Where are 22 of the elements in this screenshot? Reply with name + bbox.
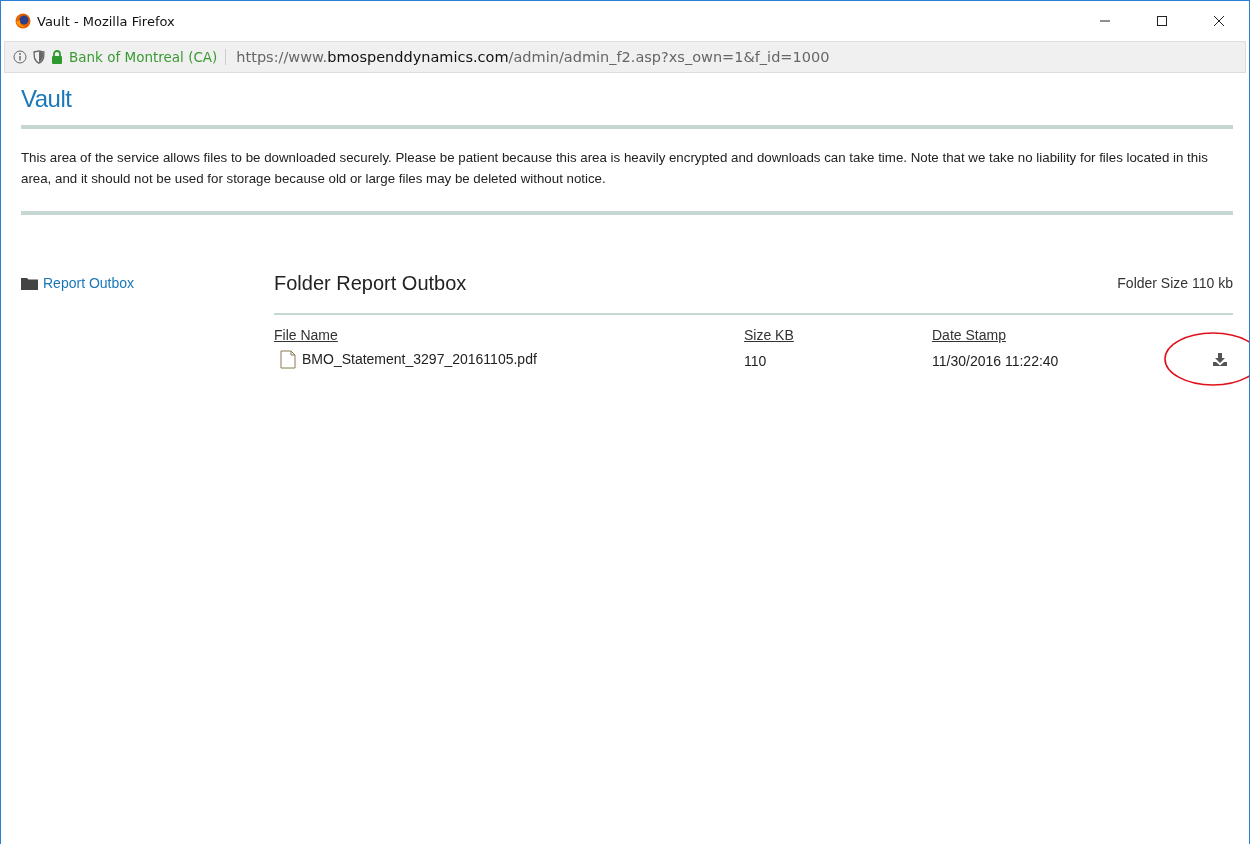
download-icon[interactable]: [1213, 352, 1227, 366]
file-size: 110: [744, 352, 768, 369]
folder-title: Folder Report Outbox: [274, 271, 467, 295]
maximize-icon[interactable]: [1156, 15, 1168, 27]
folder-size: Folder Size 110 kb: [1117, 275, 1233, 291]
shield-icon[interactable]: [33, 50, 45, 64]
document-icon: [280, 349, 296, 369]
folder-icon: [21, 276, 38, 290]
column-header[interactable]: Date Stamp: [932, 327, 1006, 343]
file-name: BMO_Statement_3297_20161105.pdf: [302, 351, 537, 367]
info-icon[interactable]: [13, 50, 27, 64]
browser-logo-icon: [15, 13, 31, 29]
column-header[interactable]: Size KB: [744, 327, 794, 343]
column-header[interactable]: File Name: [274, 327, 338, 343]
url-field[interactable]: https://www.bmospenddynamics.com/admin/admin_f2.asp?xs_own=1&f_id=1000: [236, 49, 830, 65]
notice-text: This area of the service allows files to be downloaded securely. Please be patient because this area is heavily encrypted and downloads can take time. Note that we take no liability for files located in this area, and it should not be used for storage because old or large files may be deleted without notice.: [21, 149, 1209, 188]
sidebar-folder-link[interactable]: Report Outbox: [21, 275, 135, 291]
close-icon[interactable]: [1213, 15, 1225, 27]
file-date: 11/30/2016 11:22:40: [932, 352, 1060, 369]
lock-icon: [51, 50, 63, 64]
window-title: Vault - Mozilla Firefox: [37, 13, 175, 29]
page-title: Vault: [21, 85, 73, 113]
